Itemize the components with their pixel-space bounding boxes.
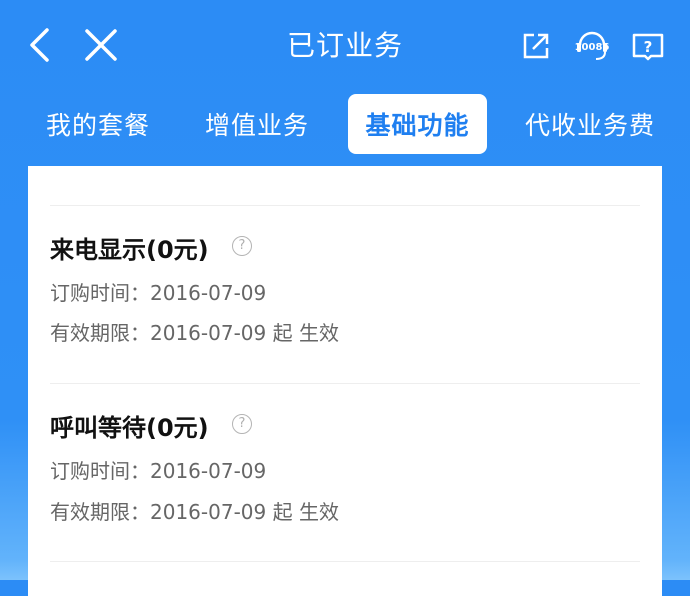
help-icon[interactable]: ? — [232, 236, 252, 256]
tab-basic-functions[interactable]: 基础功能 — [348, 94, 487, 154]
divider — [50, 205, 640, 206]
services-card: 来电显示(0元) ? 订购时间：2016-07-09 有效期限：2016-07-… — [28, 166, 662, 596]
order-time: 订购时间：2016-07-09 — [50, 281, 267, 305]
validity: 有效期限：2016-07-09 起 生效 — [50, 321, 339, 345]
order-time: 订购时间：2016-07-09 — [50, 459, 267, 483]
divider — [50, 561, 640, 562]
validity: 有效期限：2016-07-09 起 生效 — [50, 500, 339, 524]
share-icon[interactable] — [520, 30, 552, 62]
top-bar: 已订业务 10086 ? — [0, 0, 690, 90]
service-number-badge: 10086 — [575, 42, 610, 53]
customer-service-icon[interactable]: 10086 — [572, 28, 612, 64]
item-title: 来电显示(0元) — [50, 236, 209, 264]
item-title: 呼叫等待(0元) — [50, 414, 209, 442]
svg-text:?: ? — [644, 38, 653, 56]
help-icon[interactable]: ? — [232, 414, 252, 434]
tab-bar: 我的套餐 增值业务 基础功能 代收业务费 — [0, 94, 690, 154]
tab-value-added[interactable]: 增值业务 — [195, 94, 319, 154]
divider — [50, 383, 640, 384]
tab-my-package[interactable]: 我的套餐 — [36, 94, 160, 154]
tab-collection-fees[interactable]: 代收业务费 — [520, 94, 660, 154]
help-book-icon[interactable]: ? — [630, 30, 666, 62]
